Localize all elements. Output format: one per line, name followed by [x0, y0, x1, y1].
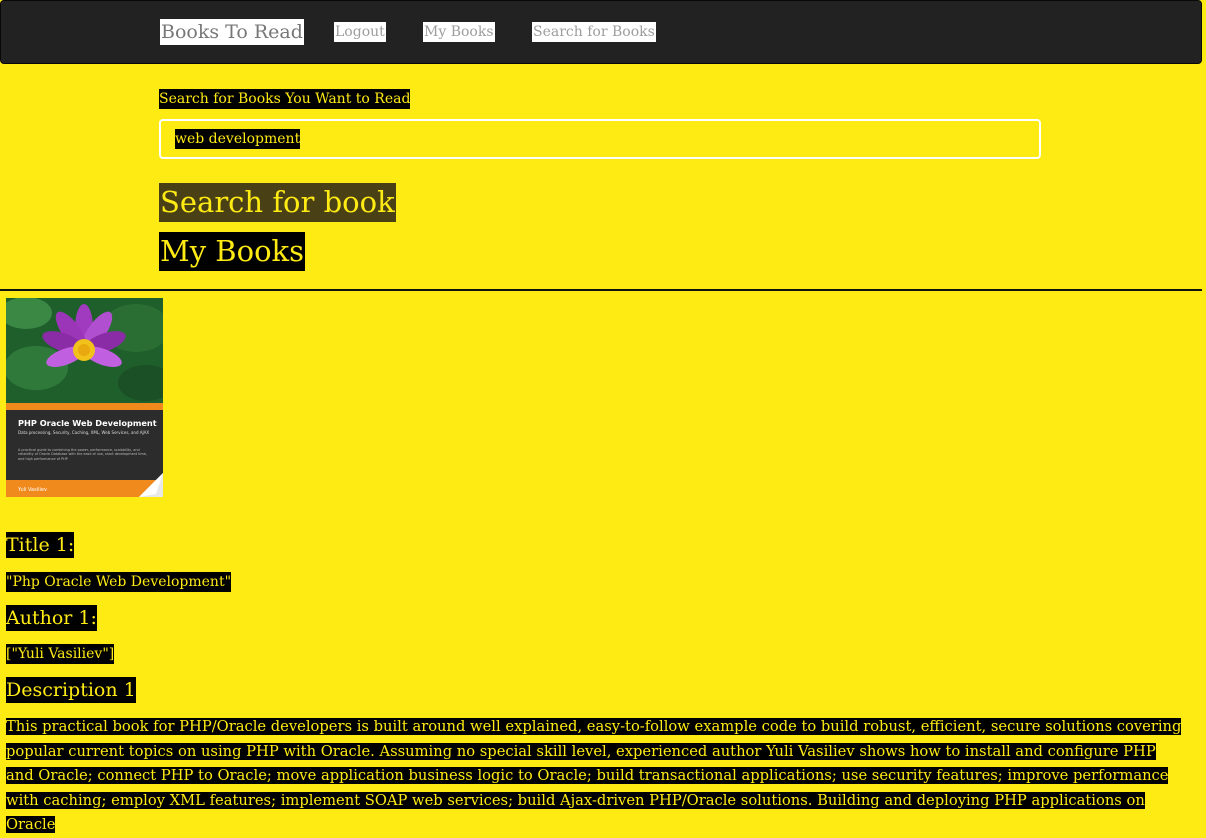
description-text: This practical book for PHP/Oracle devel… [6, 715, 1186, 838]
brand-link[interactable]: Books To Read [160, 19, 304, 45]
cover-subtitle: Data processing, Security, Caching, XML,… [18, 430, 150, 435]
my-books-button[interactable]: My Books [159, 232, 305, 271]
search-input[interactable]: web development [159, 119, 1041, 159]
navbar: Books To Read Logout My Books Search for… [0, 0, 1202, 64]
cover-blurb: A practical guide to combining the power… [18, 448, 147, 461]
nav-my-books[interactable]: My Books [423, 22, 495, 42]
description-body: This practical book for PHP/Oracle devel… [6, 718, 1182, 833]
search-button[interactable]: Search for book [159, 183, 396, 222]
nav-search-books[interactable]: Search for Books [532, 22, 656, 42]
nav-logout[interactable]: Logout [334, 22, 386, 42]
title-heading: Title 1: [6, 532, 75, 558]
description-heading: Description 1 [6, 677, 136, 703]
divider [0, 289, 1202, 291]
search-label: Search for Books You Want to Read [159, 89, 411, 109]
author-heading: Author 1: [6, 605, 97, 631]
search-input-value: web development [175, 129, 301, 149]
author-value: ["Yuli Vasiliev"] [6, 644, 115, 664]
book-cover-image: PHP Oracle Web Development Data processi… [6, 298, 163, 497]
cover-author: Yuli Vasiliev [17, 487, 47, 493]
title-value: "Php Oracle Web Development" [6, 572, 232, 592]
cover-title: PHP Oracle Web Development [18, 418, 157, 428]
